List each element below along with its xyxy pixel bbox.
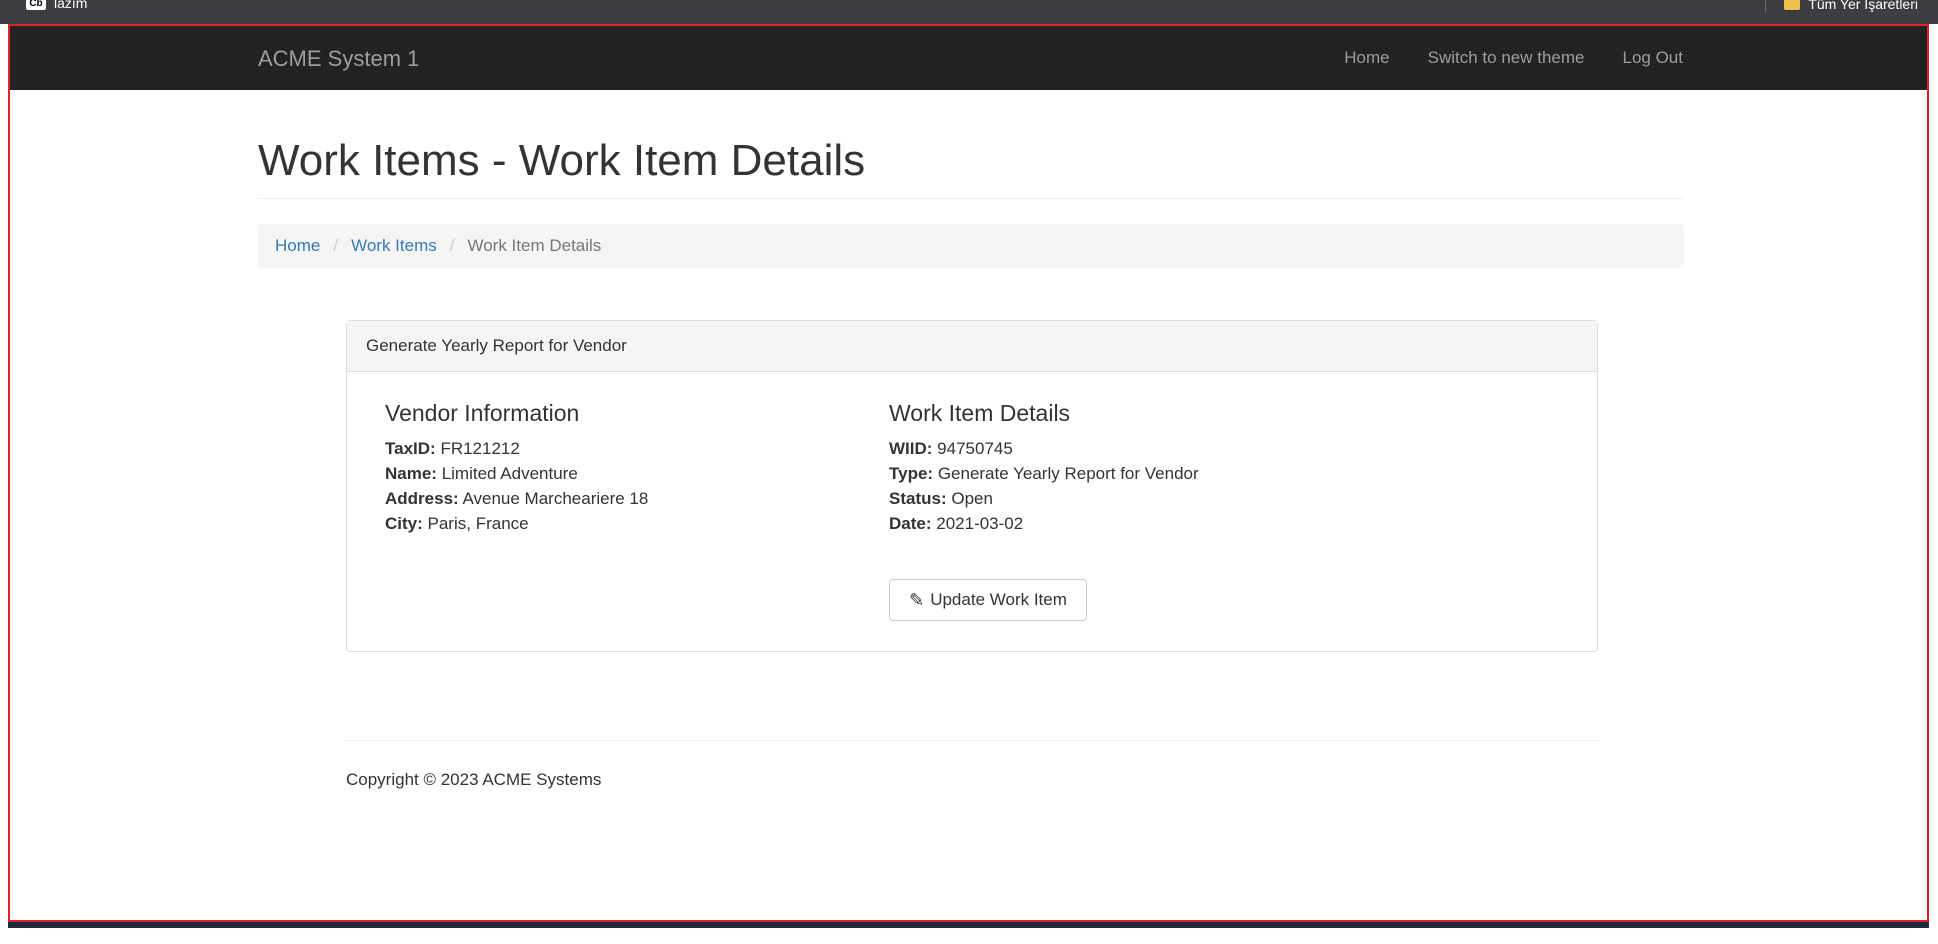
bookmark-item[interactable]: Cb lazım	[26, 0, 87, 11]
field-label: Status:	[889, 489, 947, 508]
navbar-links: Home Switch to new theme Log Out	[1344, 48, 1683, 68]
vendor-info-title: Vendor Information	[385, 400, 580, 426]
breadcrumb-divider: /	[333, 236, 339, 255]
navbar-brand[interactable]: ACME System 1	[258, 46, 419, 72]
field-label: WIID:	[889, 439, 933, 458]
field-value: FR121212	[440, 439, 520, 458]
nav-logout-link[interactable]: Log Out	[1623, 48, 1684, 68]
browser-bookmark-bar: Cb lazım Tüm Yer İşaretleri	[0, 0, 1938, 24]
field-label: Address:	[385, 489, 459, 508]
detail-status-row: Status: Open	[889, 486, 1199, 511]
os-taskbar	[0, 922, 1938, 944]
field-label: TaxID:	[385, 439, 436, 458]
bookmark-separator	[1765, 0, 1767, 13]
work-item-details: Work Item Details WIID: 94750745 Type: G…	[889, 401, 1199, 536]
taskbar-strip	[8, 922, 1929, 928]
page-title: Work Items - Work Item Details	[258, 136, 866, 185]
top-navbar: ACME System 1 Home Switch to new theme L…	[10, 26, 1927, 90]
vendor-address-row: Address: Avenue Marcheariere 18	[385, 486, 648, 511]
update-button-label: Update Work Item	[930, 590, 1067, 609]
footer-copyright: Copyright © 2023 ACME Systems	[346, 770, 602, 789]
field-value: Avenue Marcheariere 18	[462, 489, 649, 508]
breadcrumb-work-items[interactable]: Work Items	[351, 236, 437, 256]
work-item-details-title: Work Item Details	[889, 400, 1071, 426]
vendor-name-row: Name: Limited Adventure	[385, 461, 648, 486]
vendor-city-row: City: Paris, France	[385, 511, 648, 536]
field-value: Limited Adventure	[441, 464, 578, 483]
field-value: 2021-03-02	[936, 514, 1024, 533]
vendor-information: Vendor Information TaxID: FR121212 Name:…	[385, 401, 648, 536]
field-value: Generate Yearly Report for Vendor	[937, 464, 1199, 483]
field-label: Name:	[385, 464, 437, 483]
all-bookmarks[interactable]: Tüm Yer İşaretleri	[1765, 0, 1918, 13]
field-label: Date:	[889, 514, 932, 533]
breadcrumb: Home / Work Items / Work Item Details	[258, 224, 1684, 268]
work-item-panel: Generate Yearly Report for Vendor Vendor…	[346, 320, 1598, 652]
title-divider	[258, 198, 1684, 199]
field-value: Paris, France	[427, 514, 529, 533]
nav-home-link[interactable]: Home	[1344, 48, 1389, 68]
bookmark-label: lazım	[54, 0, 88, 11]
vendor-taxid-row: TaxID: FR121212	[385, 436, 648, 461]
page-frame: ACME System 1 Home Switch to new theme L…	[8, 24, 1929, 922]
detail-date-row: Date: 2021-03-02	[889, 511, 1199, 536]
breadcrumb-home[interactable]: Home	[275, 236, 320, 256]
folder-icon	[1784, 0, 1801, 10]
nav-switch-theme-link[interactable]: Switch to new theme	[1428, 48, 1585, 68]
field-label: Type:	[889, 464, 934, 483]
all-bookmarks-label: Tüm Yer İşaretleri	[1808, 0, 1918, 12]
field-value: 94750745	[937, 439, 1013, 458]
footer-divider	[346, 740, 1598, 741]
pencil-icon: ✎	[909, 589, 925, 610]
detail-type-row: Type: Generate Yearly Report for Vendor	[889, 461, 1199, 486]
field-label: City:	[385, 514, 423, 533]
breadcrumb-current: Work Item Details	[467, 236, 602, 255]
update-work-item-button[interactable]: ✎ Update Work Item	[889, 579, 1087, 621]
detail-wiid-row: WIID: 94750745	[889, 436, 1199, 461]
field-value: Open	[951, 489, 993, 508]
bookmark-site-icon: Cb	[26, 0, 46, 10]
breadcrumb-divider: /	[449, 236, 455, 255]
panel-heading: Generate Yearly Report for Vendor	[347, 321, 1597, 372]
